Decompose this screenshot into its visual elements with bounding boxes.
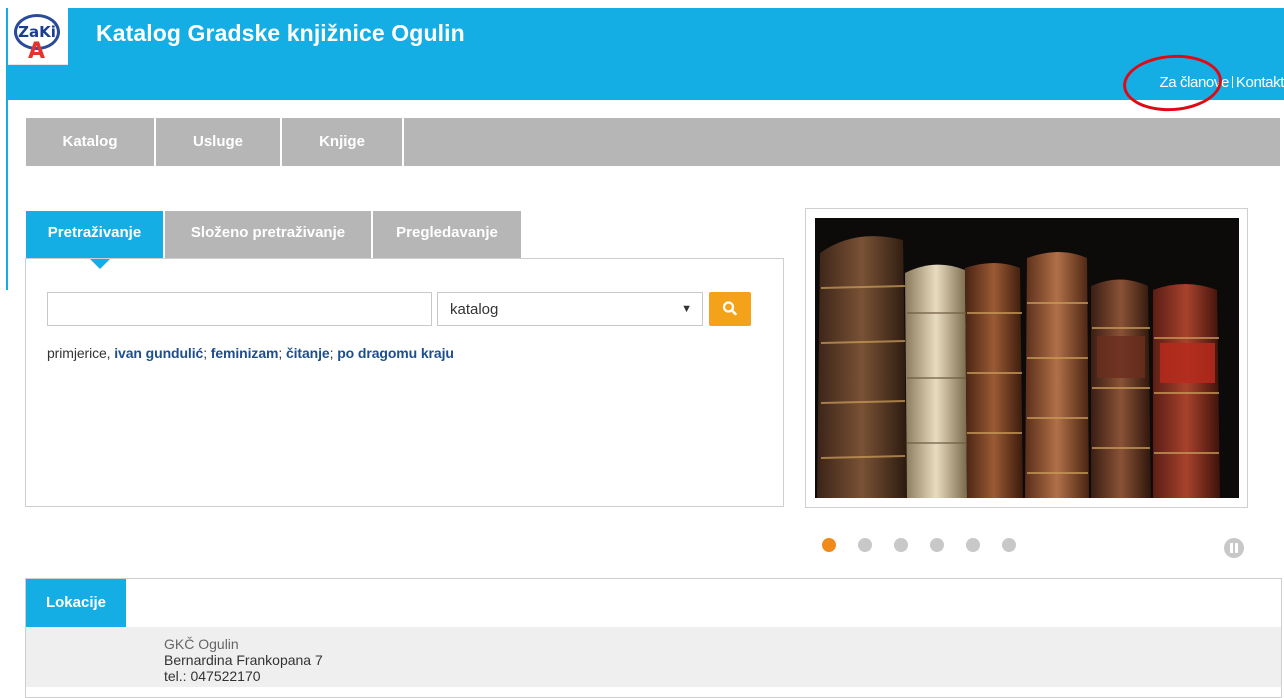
tab-pretrazivanje[interactable]: Pretraživanje xyxy=(26,211,163,269)
search-button[interactable] xyxy=(709,292,751,326)
example-link[interactable]: čitanje xyxy=(286,345,330,361)
site-title: Katalog Gradske knjižnice Ogulin xyxy=(96,20,465,46)
members-link[interactable]: Za članove xyxy=(1160,74,1230,91)
slider-image-old-books[interactable] xyxy=(815,218,1239,498)
link-separator xyxy=(1231,76,1233,88)
tab-label: Pretraživanje xyxy=(47,224,142,241)
site-header: ZaKi A Katalog Gradske knjižnice Ogulin … xyxy=(8,8,1284,100)
slider-dot-6[interactable] xyxy=(1002,538,1016,552)
nav-item-katalog[interactable]: Katalog xyxy=(26,118,156,166)
example-link[interactable]: feminizam xyxy=(211,345,279,361)
example-separator: ; xyxy=(329,345,334,361)
example-link[interactable]: po dragomu kraju xyxy=(337,345,454,361)
main-navigation: Katalog Usluge Knjige xyxy=(26,118,1280,166)
tab-label: Pregledavanje xyxy=(396,224,498,241)
example-separator: ; xyxy=(203,345,207,361)
search-icon xyxy=(722,301,737,316)
books-illustration xyxy=(815,218,1239,498)
search-input[interactable] xyxy=(47,292,432,326)
slider-dot-3[interactable] xyxy=(894,538,908,552)
example-separator: ; xyxy=(278,345,283,361)
header-links: Za članove Kontakt xyxy=(1160,74,1284,91)
tab-slozeno-pretrazivanje[interactable]: Složeno pretraživanje xyxy=(165,211,371,259)
location-entry: GKČ Ogulin Bernardina Frankopana 7 tel.:… xyxy=(164,636,323,684)
locations-heading: Lokacije xyxy=(26,579,126,627)
zaki-logo[interactable]: ZaKi A xyxy=(8,8,68,65)
slider-dot-4[interactable] xyxy=(930,538,944,552)
tab-pregledavanje[interactable]: Pregledavanje xyxy=(373,211,521,259)
slider-dot-1[interactable] xyxy=(822,538,836,552)
slider-dot-2[interactable] xyxy=(858,538,872,552)
selected-scope: katalog xyxy=(450,301,499,318)
location-name: GKČ Ogulin xyxy=(164,636,239,652)
dropdown-arrow-icon: ▼ xyxy=(681,303,692,315)
slider-dot-5[interactable] xyxy=(966,538,980,552)
contact-link[interactable]: Kontakt xyxy=(1236,74,1284,91)
logo-accent-letter: A xyxy=(28,39,46,64)
search-examples: primjerice, ivan gundulić; feminizam; či… xyxy=(47,345,454,361)
pause-icon-bar xyxy=(1235,543,1238,553)
search-scope-select[interactable]: katalog ▼ xyxy=(437,292,703,326)
nav-item-usluge[interactable]: Usluge xyxy=(156,118,282,166)
location-phone: tel.: 047522170 xyxy=(164,668,261,684)
slider-pause-button[interactable] xyxy=(1224,538,1244,558)
nav-item-knjige[interactable]: Knjige xyxy=(282,118,404,166)
examples-prefix: primjerice, xyxy=(47,345,111,361)
location-address: Bernardina Frankopana 7 xyxy=(164,652,323,668)
example-link[interactable]: ivan gundulić xyxy=(114,345,203,361)
tab-label: Složeno pretraživanje xyxy=(190,224,346,241)
pause-icon xyxy=(1230,543,1233,553)
